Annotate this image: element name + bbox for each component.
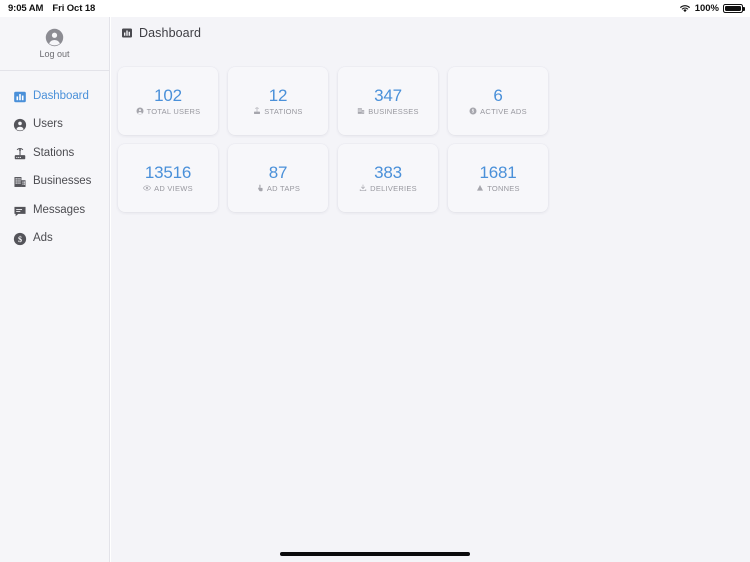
app-root: 9:05 AM Fri Oct 18 100% Log out Dashboar… xyxy=(0,0,750,562)
eye-icon xyxy=(143,184,152,192)
status-time: 9:05 AM xyxy=(8,3,44,14)
sidebar-item-label: Ads xyxy=(33,232,53,245)
chat-bubble-icon xyxy=(13,204,27,218)
stat-label: BUSINESSES xyxy=(368,106,419,116)
tap-hand-icon xyxy=(256,184,264,192)
sidebar-item-messages[interactable]: Messages xyxy=(0,197,109,224)
stat-card-deliveries[interactable]: 383 DELIVERIES xyxy=(338,144,438,212)
station-router-icon xyxy=(13,147,27,161)
office-building-icon xyxy=(357,107,365,115)
stat-value: 6 xyxy=(493,85,503,105)
sidebar-item-label: Businesses xyxy=(33,175,92,188)
stat-meta: AD VIEWS xyxy=(143,184,193,193)
bar-chart-icon xyxy=(13,90,27,104)
dollar-circle-icon: $ xyxy=(469,107,477,115)
person-circle-icon xyxy=(13,118,27,132)
stat-value: 102 xyxy=(154,85,182,105)
stat-meta: TONNES xyxy=(476,184,520,193)
stat-value: 1681 xyxy=(479,162,517,182)
sidebar: Log out Dashboard Users Stations Busines… xyxy=(0,17,110,562)
logout-label: Log out xyxy=(39,49,70,59)
stat-value: 12 xyxy=(268,85,288,105)
sidebar-item-businesses[interactable]: Businesses xyxy=(0,169,109,196)
stat-label: AD VIEWS xyxy=(154,183,193,193)
stat-label: DELIVERIES xyxy=(370,183,417,193)
stat-card-ad-taps[interactable]: 87 AD TAPS xyxy=(228,144,328,212)
stat-label: ACTIVE ADS xyxy=(480,106,527,116)
stat-value: 13516 xyxy=(144,162,192,182)
stat-label: TONNES xyxy=(487,183,520,193)
cone-weight-icon xyxy=(476,184,484,192)
logout-button[interactable]: Log out xyxy=(0,17,109,71)
stat-label: AD TAPS xyxy=(266,183,301,193)
stat-card-stations[interactable]: 12 STATIONS xyxy=(228,67,328,135)
status-bar: 9:05 AM Fri Oct 18 100% xyxy=(0,0,750,17)
stats-row: 102 TOTAL USERS 12 STATIONS 347 BUSINESS… xyxy=(118,67,750,135)
delivery-drop-icon xyxy=(359,184,367,192)
sidebar-nav: Dashboard Users Stations Businesses Mess… xyxy=(0,71,109,253)
stats-row: 13516 AD VIEWS 87 AD TAPS 383 DELIVERIES… xyxy=(118,144,750,212)
stat-meta: STATIONS xyxy=(253,107,302,116)
stat-meta: TOTAL USERS xyxy=(136,107,201,116)
wifi-icon xyxy=(679,4,691,13)
stat-label: TOTAL USERS xyxy=(146,106,201,116)
stat-card-total-users[interactable]: 102 TOTAL USERS xyxy=(118,67,218,135)
stat-meta: $ ACTIVE ADS xyxy=(469,107,527,116)
stat-value: 383 xyxy=(374,162,402,182)
svg-text:$: $ xyxy=(18,235,22,244)
stat-card-businesses[interactable]: 347 BUSINESSES xyxy=(338,67,438,135)
status-bar-right: 100% xyxy=(679,3,750,14)
stats-grid: 102 TOTAL USERS 12 STATIONS 347 BUSINESS… xyxy=(111,49,750,212)
stat-value: 347 xyxy=(374,85,402,105)
battery-full-icon xyxy=(723,3,745,14)
office-building-icon xyxy=(13,175,27,189)
battery-percent: 100% xyxy=(694,3,719,14)
account-circle-icon xyxy=(45,28,64,47)
page-header: Dashboard xyxy=(111,17,750,49)
stat-card-ad-views[interactable]: 13516 AD VIEWS xyxy=(118,144,218,212)
home-indicator[interactable] xyxy=(280,552,470,556)
sidebar-item-label: Stations xyxy=(33,146,75,159)
sidebar-item-label: Users xyxy=(33,118,63,131)
stat-card-tonnes[interactable]: 1681 TONNES xyxy=(448,144,548,212)
station-router-icon xyxy=(253,107,261,115)
status-bar-left: 9:05 AM Fri Oct 18 xyxy=(0,3,95,14)
stat-value: 87 xyxy=(268,162,288,182)
sidebar-item-ads[interactable]: $ Ads xyxy=(0,226,109,253)
person-circle-icon xyxy=(136,107,144,115)
main-content: Dashboard 102 TOTAL USERS 12 STATIONS 34… xyxy=(111,17,750,562)
status-date: Fri Oct 18 xyxy=(52,3,96,14)
sidebar-item-label: Messages xyxy=(33,203,86,216)
stat-label: STATIONS xyxy=(264,106,303,116)
dollar-circle-icon: $ xyxy=(13,232,27,246)
stat-card-active-ads[interactable]: 6 $ ACTIVE ADS xyxy=(448,67,548,135)
sidebar-item-users[interactable]: Users xyxy=(0,112,109,139)
sidebar-item-stations[interactable]: Stations xyxy=(0,140,109,167)
sidebar-item-label: Dashboard xyxy=(33,89,89,102)
stat-meta: AD TAPS xyxy=(256,184,300,193)
stat-meta: DELIVERIES xyxy=(359,184,417,193)
page-title: Dashboard xyxy=(139,26,202,40)
bar-chart-icon xyxy=(121,27,133,39)
sidebar-item-dashboard[interactable]: Dashboard xyxy=(0,83,109,110)
stat-meta: BUSINESSES xyxy=(357,107,418,116)
